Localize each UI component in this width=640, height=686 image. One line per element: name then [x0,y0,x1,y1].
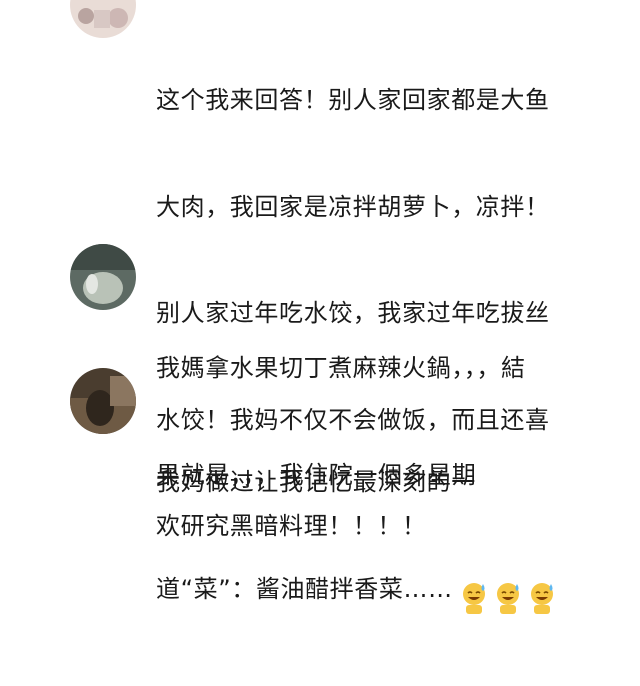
comment-line: 道“菜”：酱油醋拌香菜…… [156,574,453,603]
comment-line: 我媽拿水果切丁煮麻辣火鍋，，，結 [156,354,526,382]
comment-line-with-emojis: 道“菜”：酱油醋拌香菜…… [156,572,616,616]
comment-line: 这个我来回答！别人家回家都是大鱼 [156,86,550,114]
comment-text: 我妈做过让我记忆最深刻的一 道“菜”：酱油醋拌香菜…… [156,394,616,686]
comment-line: 大肉，我回家是凉拌胡萝卜，凉拌！ [156,192,550,221]
comment-line: 我妈做过让我记忆最深刻的一 [156,468,476,496]
avatar[interactable] [70,244,136,310]
avatar[interactable] [70,368,136,434]
sweat-smile-emoji-icon [459,581,489,615]
avatar[interactable] [70,0,136,38]
sweat-smile-emoji-icon [527,581,557,615]
sweat-smile-emoji-icon [493,581,523,615]
emoji-row [459,580,561,616]
